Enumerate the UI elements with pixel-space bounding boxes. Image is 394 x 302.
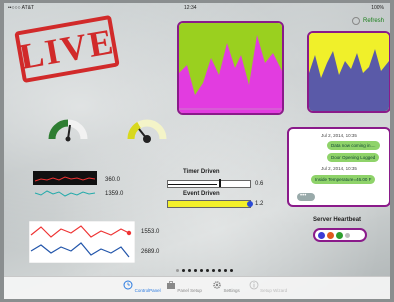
sparkline-2-value: 1359.0 [105, 191, 124, 197]
gauge-green-arc [48, 119, 69, 140]
page-dot[interactable] [182, 269, 185, 272]
area-chart-panel-2[interactable] [307, 31, 390, 113]
message-timestamp-1: Jul 2, 2014, 10:35 [321, 133, 357, 138]
clock-icon [123, 280, 133, 290]
gauge-yellow [127, 119, 167, 143]
timer-driven-bar [167, 179, 251, 188]
page-dot[interactable] [176, 269, 179, 272]
gauge-yellow-hub [143, 135, 151, 143]
event-driven-bar [167, 200, 253, 208]
message-panel[interactable]: Jul 2, 2014, 10:35 Data now coming in...… [287, 127, 390, 207]
heartbeat-dot-1 [318, 231, 325, 239]
area-chart-2 [309, 33, 389, 111]
toolbox-icon [167, 281, 176, 289]
page-dot[interactable] [206, 269, 209, 272]
area-chart-panel-1[interactable] [177, 21, 284, 115]
heartbeat-dot-2 [327, 231, 334, 239]
live-stamp-text: LIVE [16, 20, 118, 78]
heartbeat-dot-4 [345, 232, 350, 238]
page-dot[interactable] [224, 269, 227, 272]
tab-settings-label: Settings [223, 288, 240, 293]
event-driven-title: Event Driven [183, 191, 220, 197]
timer-driven-title: Timer Driven [183, 169, 220, 175]
message-timestamp-2: Jul 2, 2014, 10:35 [321, 166, 357, 171]
tab-control-panel[interactable]: ControlPanel [122, 280, 162, 293]
carrier-label: ••○○○ AT&T [8, 5, 35, 11]
gear-icon [213, 281, 222, 289]
tab-control-panel-label: ControlPanel [134, 288, 161, 293]
tab-setup-wizard-label: Setup Wizard [260, 288, 288, 293]
line-series-2-value: 2689.0 [141, 249, 160, 255]
page-dot[interactable] [230, 269, 233, 272]
heartbeat-dot-3 [336, 231, 343, 239]
message-bubble-3: Inside Temperature=46.00 F [311, 175, 376, 184]
tab-panel-setup-label: Panel Setup [177, 288, 202, 293]
typing-indicator: ••• [297, 193, 315, 201]
refresh-button[interactable]: Refresh [351, 17, 384, 25]
clock-label: 12:34 [184, 5, 197, 11]
event-driven-value: 1.2 [255, 201, 264, 207]
page-dot[interactable] [194, 269, 197, 272]
tab-bar: ControlPanel Panel Setup Settings Setup … [4, 276, 390, 299]
line-series-1-value: 1553.0 [141, 229, 160, 235]
server-heartbeat [313, 228, 367, 242]
refresh-icon [351, 17, 360, 25]
gauge-green-hub [65, 136, 71, 142]
page-dot[interactable] [200, 269, 203, 272]
sparkline-2 [34, 190, 96, 197]
sparkline-1-background [33, 171, 97, 185]
battery-label: 100% [371, 5, 384, 11]
area-chart-1 [179, 23, 282, 113]
screen: ••○○○ AT&T 12:34 100% Refresh LIVE 360.0… [4, 3, 390, 299]
page-dot[interactable] [188, 269, 191, 272]
sparkline-panel [33, 171, 97, 197]
tab-settings[interactable]: Settings [206, 280, 246, 293]
info-icon [249, 280, 259, 290]
page-dot[interactable] [212, 269, 215, 272]
timer-driven-value: 0.6 [255, 181, 264, 187]
tab-setup-wizard[interactable]: Setup Wizard [248, 280, 288, 293]
timer-driven-marker [218, 179, 221, 187]
gauge-yellow-arc [127, 121, 141, 140]
message-bubble-1: Data now coming in.... [327, 141, 380, 150]
line-series-1-endpoint [126, 230, 132, 236]
server-heartbeat-title: Server Heartbeat [313, 217, 362, 223]
event-driven-marker [247, 201, 253, 207]
live-stamp: LIVE [14, 14, 120, 84]
page-indicator[interactable] [176, 269, 233, 272]
status-bar: ••○○○ AT&T 12:34 100% [4, 3, 390, 13]
line-chart-panel [29, 221, 135, 263]
message-bubble-2: Door Opening Logged [327, 153, 380, 162]
timer-driven-fill [168, 184, 218, 185]
refresh-label: Refresh [362, 18, 384, 24]
typing-dots: ••• [300, 193, 307, 199]
page-dot[interactable] [218, 269, 221, 272]
tab-panel-setup[interactable]: Panel Setup [164, 280, 204, 293]
gauge-green [48, 119, 88, 142]
sparkline-1-value: 360.0 [105, 177, 121, 183]
